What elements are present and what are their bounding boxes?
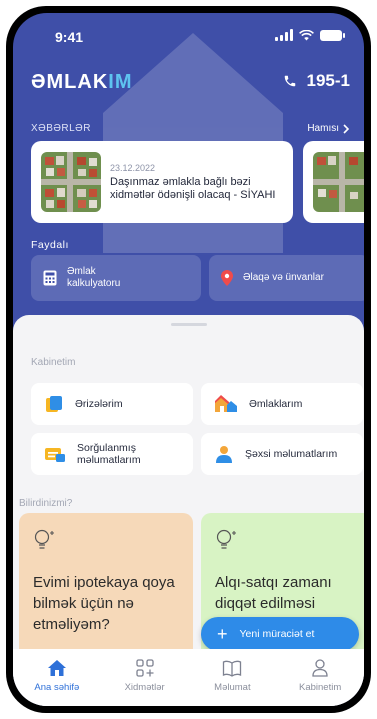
news-card[interactable]: 23.12.2022 Daşınmaz əmlakla bağlı bəzi x…: [31, 141, 293, 223]
new-application-button[interactable]: + Yeni müraciət et: [201, 617, 359, 651]
device-frame: 9:41 ƏMLAKIM 195-1 XƏBƏRLƏR Hamısı 23.12…: [6, 6, 371, 713]
news-thumbnail-image: [313, 152, 364, 212]
cabinet-properties-tile[interactable]: Əmlaklarım: [201, 383, 363, 425]
app-logo: ƏMLAKIM: [31, 71, 133, 93]
query-icon: [45, 448, 65, 462]
document-icon: [46, 396, 62, 412]
status-icons: [275, 29, 345, 41]
useful-section-label: Faydalı: [31, 239, 69, 251]
cabinet-section-label: Kabinetim: [31, 357, 76, 368]
hotline-number: 195-1: [306, 71, 350, 90]
quick-link-label: Əmlak kalkulyatoru: [67, 266, 121, 289]
person-icon: [216, 446, 232, 463]
news-title: Daşınmaz əmlakla bağlı bəzi xidmətlər öd…: [110, 175, 276, 201]
lightbulb-icon: [216, 529, 236, 549]
status-time: 9:41: [55, 29, 84, 45]
cabinet-personal-info-tile[interactable]: Şəxsi məlumatlarım: [201, 433, 363, 475]
tab-info[interactable]: Məlumat: [192, 659, 272, 693]
quick-link-label: Əlaqə və ünvanlar: [243, 272, 324, 283]
tab-cabinet[interactable]: Kabinetim: [280, 659, 360, 693]
quick-link-calculator[interactable]: Əmlak kalkulyatoru: [31, 255, 201, 301]
wifi-icon: [299, 29, 314, 40]
app-screen: 9:41 ƏMLAKIM 195-1 XƏBƏRLƏR Hamısı 23.12…: [13, 13, 364, 706]
news-date: 23.12.2022: [110, 162, 156, 173]
tile-label: Əmlaklarım: [249, 398, 303, 410]
news-see-all-link[interactable]: Hamısı: [307, 123, 350, 134]
lightbulb-icon: [34, 529, 54, 549]
tile-label: Sorğulanmış məlumatlarım: [77, 442, 141, 466]
cabinet-applications-tile[interactable]: Ərizələrim: [31, 383, 193, 425]
tab-home[interactable]: Ana səhifə: [17, 659, 97, 693]
user-icon: [312, 659, 328, 677]
grid-plus-icon: [135, 659, 154, 677]
cabinet-sheet: Kabinetim Ərizələrim Əmlaklarım Sorğulan…: [13, 315, 364, 706]
cabinet-queries-tile[interactable]: Sorğulanmış məlumatlarım: [31, 433, 193, 475]
news-section-label: XƏBƏRLƏR: [31, 123, 91, 134]
book-icon: [223, 660, 242, 677]
news-card-next[interactable]: [303, 141, 364, 223]
signal-icon: [275, 29, 293, 41]
phone-icon: [284, 75, 295, 87]
battery-icon: [320, 29, 345, 41]
news-thumbnail-image: [41, 152, 101, 212]
location-pin-icon: [221, 270, 233, 286]
houses-icon: [215, 395, 237, 412]
plus-icon: +: [217, 624, 228, 644]
app-header: ƏMLAKIM 195-1: [31, 69, 350, 95]
calculator-icon: [43, 270, 57, 286]
quick-link-contacts[interactable]: Əlaqə və ünvanlar: [209, 255, 364, 301]
hotline-link[interactable]: 195-1: [283, 71, 350, 91]
chevron-right-icon: [343, 123, 350, 134]
tip-text: Alqı-satqı zamanı diqqət edilməsi: [215, 574, 332, 612]
tip-text: Evimi ipotekaya qoya bilmək üçün nə etmə…: [33, 574, 175, 633]
status-bar: 9:41: [13, 13, 364, 57]
tab-services[interactable]: Xidmətlər: [105, 659, 185, 693]
bottom-tab-bar: Ana səhifə Xidmətlər Məlumat Kabinetim: [13, 649, 364, 706]
tile-label: Şəxsi məlumatlarım: [245, 448, 338, 460]
sheet-drag-handle[interactable]: [171, 323, 207, 326]
home-icon: [47, 660, 66, 676]
tile-label: Ərizələrim: [75, 398, 123, 410]
tips-section-label: Bilirdinizmi?: [19, 498, 73, 509]
